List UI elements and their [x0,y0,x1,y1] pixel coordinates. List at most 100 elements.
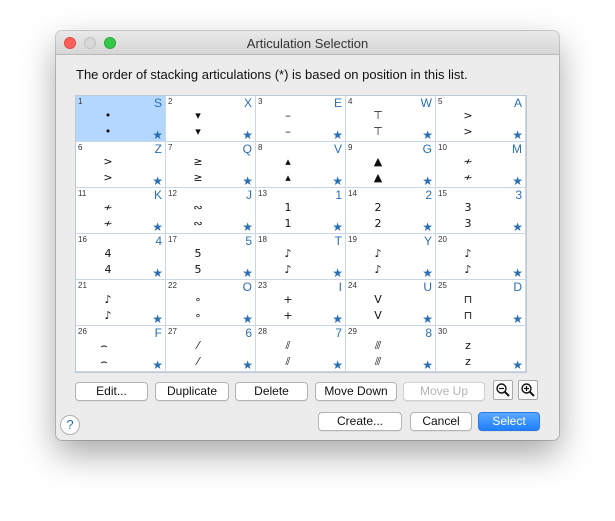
zoom-out-button[interactable] [493,380,513,400]
articulation-symbol-above: ∘ [194,293,202,306]
articulation-cell[interactable]: 15 3 3 3 ★ [436,188,526,234]
cell-number: 10 [438,143,447,152]
cell-number: 2 [168,97,173,106]
articulation-symbol-below: ≥ [193,171,203,184]
articulation-cell[interactable]: 2 X ▾ ▾ ★ [166,96,256,142]
articulation-cell[interactable]: 12 J ∾ ∾ ★ [166,188,256,234]
star-icon: ★ [152,220,163,234]
cell-shortcut-key: 1 [335,188,342,202]
cell-shortcut-key: Z [154,142,162,156]
cell-shortcut-key: M [512,142,522,156]
articulation-cell[interactable]: 5 A > > ★ [436,96,526,142]
articulation-symbol-above: ⊤ [373,109,383,122]
articulation-symbol-below: • [104,125,112,138]
cell-shortcut-key: U [423,280,432,294]
articulation-symbol-above: V [374,293,382,306]
cell-shortcut-key: F [154,326,162,340]
cell-shortcut-key: D [513,280,522,294]
cell-number: 11 [78,189,87,198]
articulation-cell[interactable]: 20 ♪ ♪ ★ [436,234,526,280]
cell-number: 19 [348,235,357,244]
articulation-symbol-above: ♪ [374,247,382,260]
move-down-button[interactable]: Move Down [315,382,397,401]
star-icon: ★ [422,128,433,142]
articulation-cell[interactable]: 3 E – – ★ [256,96,346,142]
articulation-cell[interactable]: 8 V ▴ ▴ ★ [256,142,346,188]
cell-shortcut-key: I [338,280,342,294]
star-icon: ★ [242,220,253,234]
cell-shortcut-key: 8 [425,326,432,340]
articulation-symbol-above: ♪ [464,247,472,260]
cell-shortcut-key: Y [423,234,432,248]
articulation-symbol-below: ⌢ [100,355,108,368]
cell-number: 1 [78,97,83,106]
articulation-cell[interactable]: 19 Y ♪ ♪ ★ [346,234,436,280]
articulation-cell[interactable]: 28 7 ⫽ ⫽ ★ [256,326,346,372]
articulation-cell[interactable]: 21 ♪ ♪ ★ [76,280,166,326]
articulation-symbol-below: V [374,309,382,322]
articulation-cell[interactable]: 14 2 2 2 ★ [346,188,436,234]
cell-number: 20 [438,235,447,244]
move-up-button: Move Up [403,382,485,401]
articulation-symbol-below: ♪ [104,309,112,322]
create-button[interactable]: Create... [318,412,402,431]
cell-number: 7 [168,143,173,152]
articulation-cell[interactable]: 16 4 4 4 ★ [76,234,166,280]
cell-number: 12 [168,189,177,198]
articulation-cell[interactable]: 26 F ⌢ ⌢ ★ [76,326,166,372]
articulation-symbol-below: ▾ [195,125,201,138]
articulation-symbol-below: ⫻ [374,355,382,368]
zoom-in-button[interactable] [518,380,538,400]
articulation-cell[interactable]: 11 K ≁ ≁ ★ [76,188,166,234]
articulation-cell[interactable]: 30 z z ★ [436,326,526,372]
articulation-cell[interactable]: 1 S • • ★ [76,96,166,142]
cell-shortcut-key: G [422,142,432,156]
cell-shortcut-key: 2 [425,188,432,202]
duplicate-button[interactable]: Duplicate [155,382,229,401]
cell-shortcut-key: 6 [245,326,252,340]
articulation-symbol-below: ♪ [284,263,292,276]
star-icon: ★ [152,266,163,280]
delete-button[interactable]: Delete [235,382,308,401]
articulation-symbol-above: ▴ [285,155,291,168]
articulation-cell[interactable]: 22 O ∘ ∘ ★ [166,280,256,326]
articulation-symbol-below: ♪ [374,263,382,276]
star-icon: ★ [512,128,523,142]
cell-number: 17 [168,235,177,244]
articulation-cell[interactable]: 9 G ▲ ▲ ★ [346,142,436,188]
articulation-symbol-below: ▲ [373,171,383,184]
star-icon: ★ [332,174,343,188]
star-icon: ★ [152,312,163,326]
cell-number: 5 [438,97,443,106]
articulation-cell[interactable]: 7 Q ≥ ≥ ★ [166,142,256,188]
cell-number: 3 [258,97,263,106]
help-button[interactable]: ? [60,415,80,435]
select-button[interactable]: Select [478,412,540,431]
cell-shortcut-key: V [333,142,342,156]
articulation-cell[interactable]: 6 Z > > ★ [76,142,166,188]
articulation-cell[interactable]: 29 8 ⫻ ⫻ ★ [346,326,436,372]
articulation-cell[interactable]: 27 6 ⁄ ⁄ ★ [166,326,256,372]
articulation-cell[interactable]: 4 W ⊤ ⊤ ★ [346,96,436,142]
articulation-cell[interactable]: 25 D ⊓ ⊓ ★ [436,280,526,326]
star-icon: ★ [242,128,253,142]
articulation-cell[interactable]: 18 T ♪ ♪ ★ [256,234,346,280]
cell-number: 27 [168,327,177,336]
articulation-cell[interactable]: 13 1 1 1 ★ [256,188,346,234]
articulation-symbol-above: ⌢ [100,339,108,352]
window-title: Articulation Selection [246,36,369,51]
star-icon: ★ [242,312,253,326]
articulation-cell[interactable]: 17 5 5 5 ★ [166,234,256,280]
articulation-cell[interactable]: 10 M ≁ ≁ ★ [436,142,526,188]
articulation-symbol-below: > [103,171,113,184]
cancel-button[interactable]: Cancel [410,412,472,431]
articulation-symbol-below: ∾ [193,217,203,230]
star-icon: ★ [332,220,343,234]
cell-number: 4 [348,97,353,106]
edit-button[interactable]: Edit... [75,382,148,401]
star-icon: ★ [152,358,163,372]
cell-shortcut-key: A [513,96,522,110]
articulation-cell[interactable]: 23 I + + ★ [256,280,346,326]
articulation-cell[interactable]: 24 U V V ★ [346,280,436,326]
cell-number: 24 [348,281,357,290]
